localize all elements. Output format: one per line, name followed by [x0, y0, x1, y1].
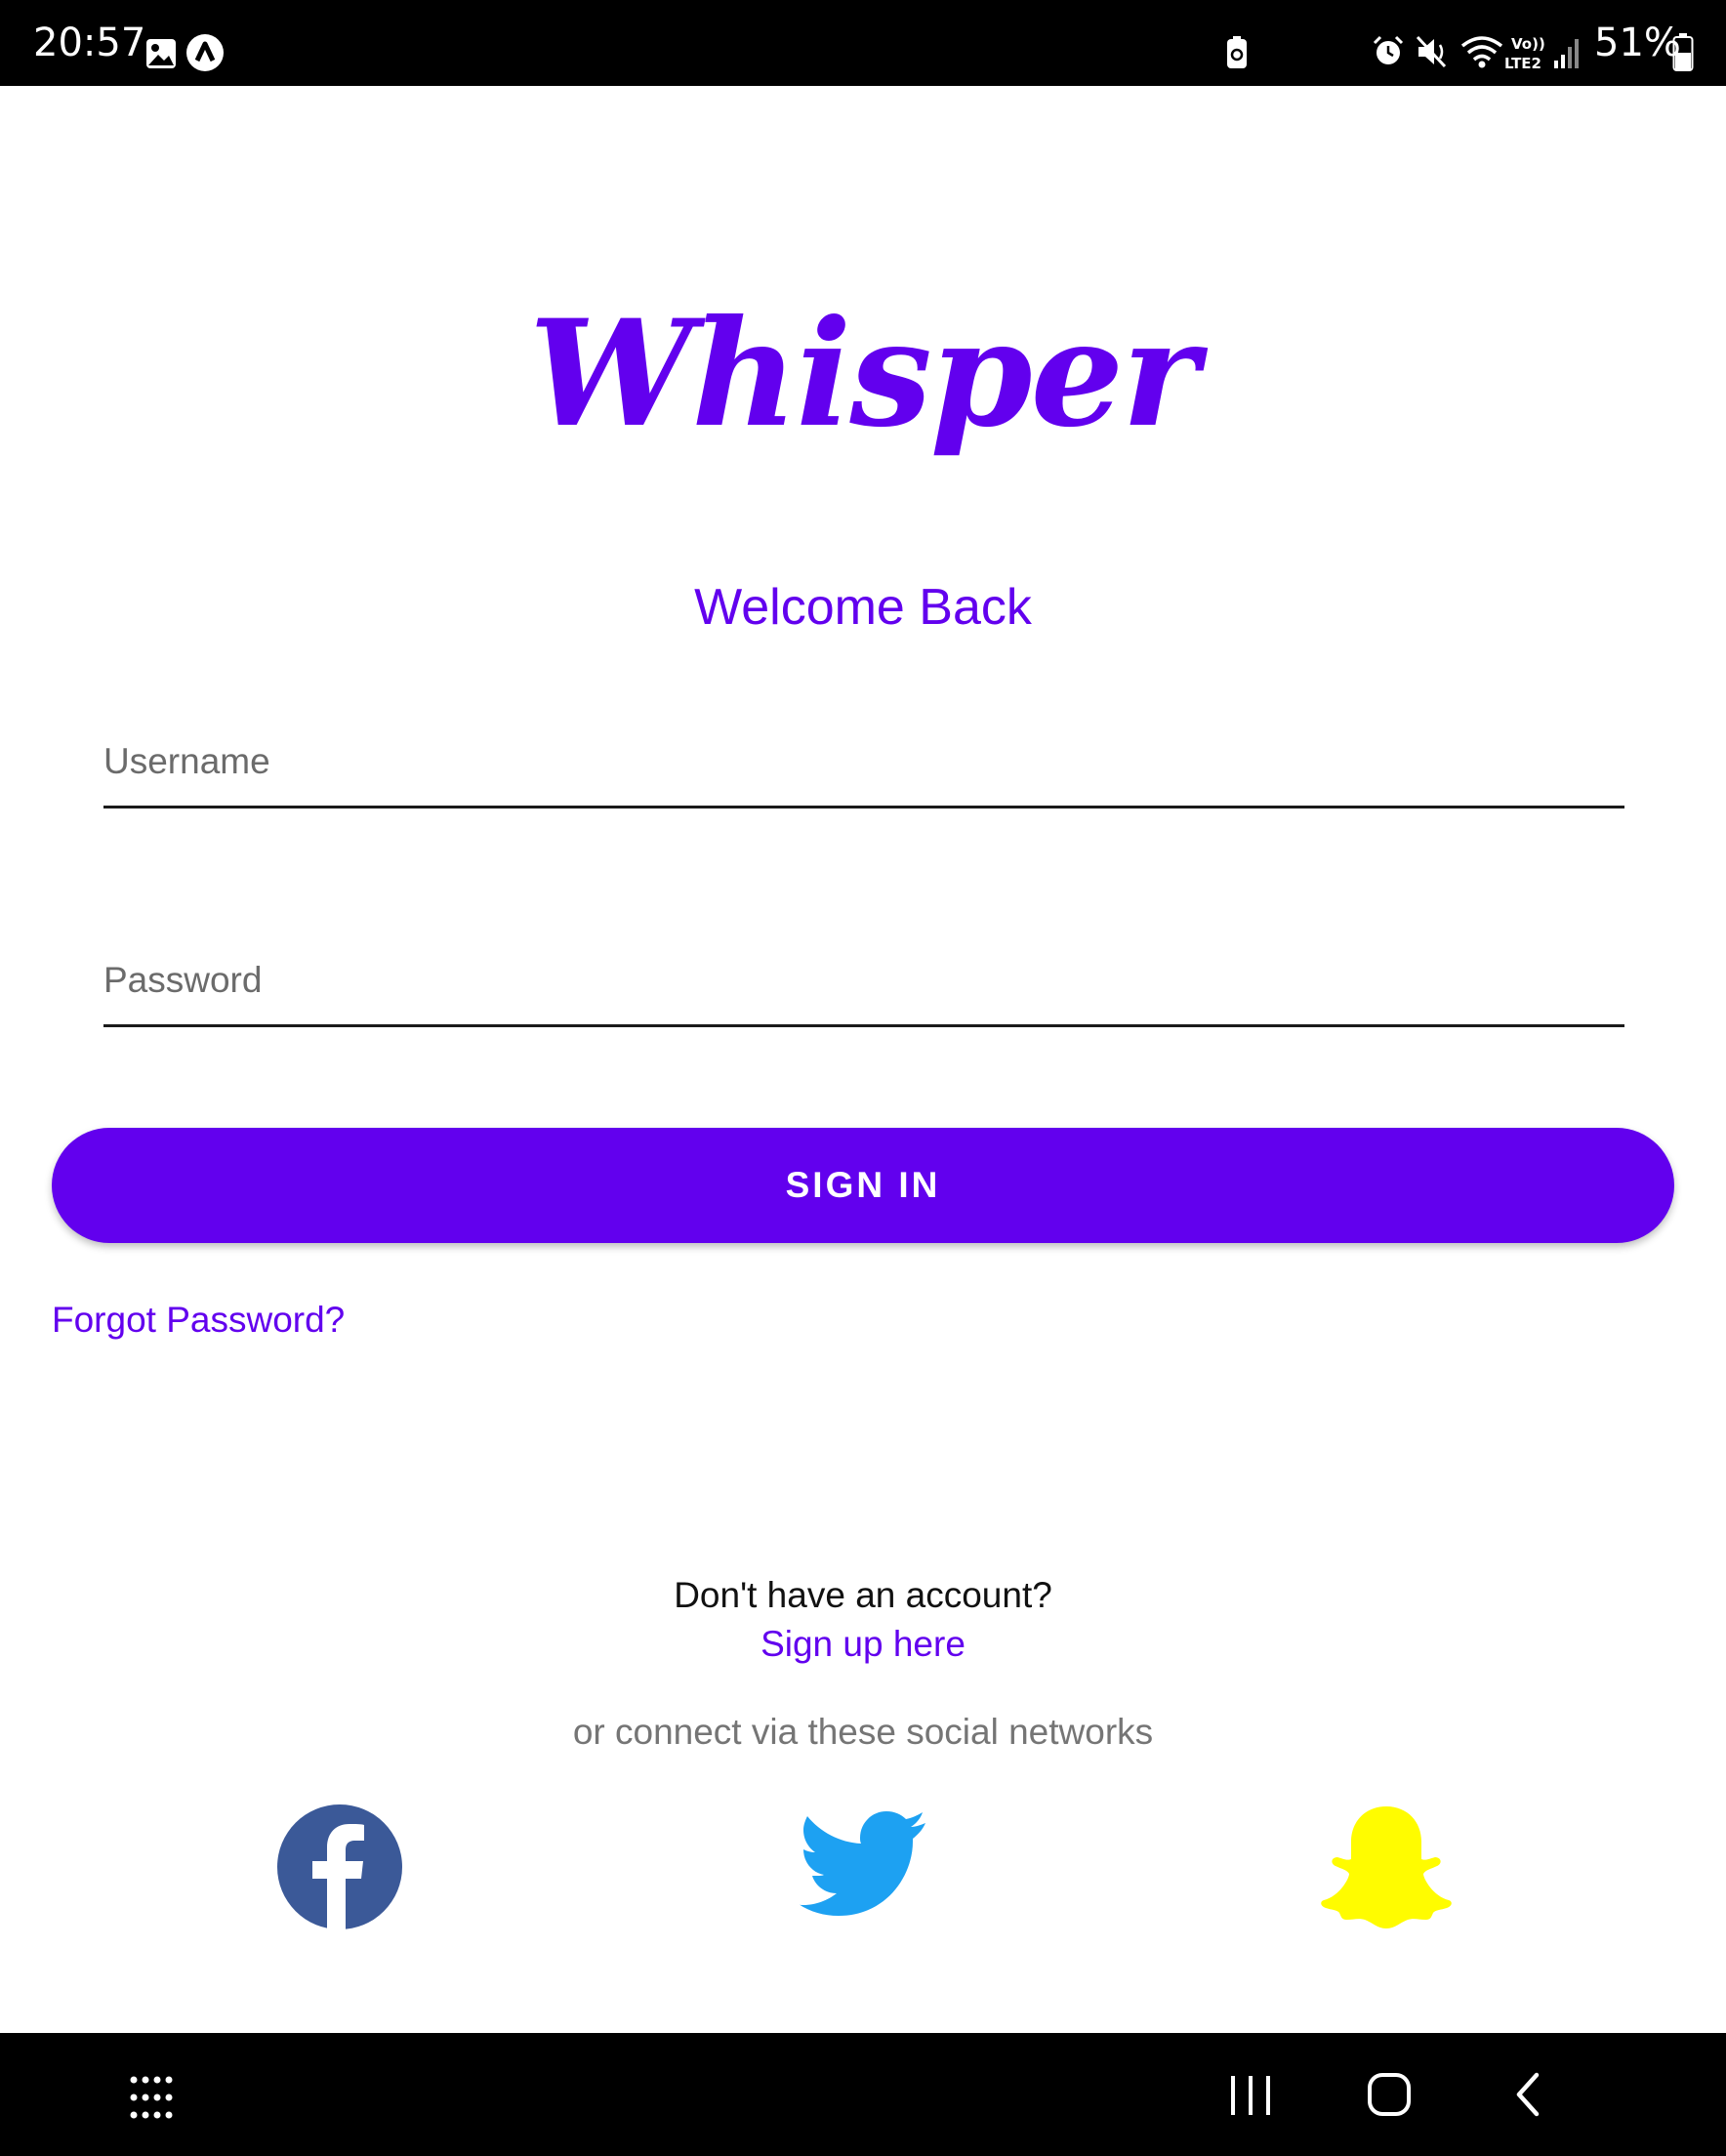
password-input[interactable] — [103, 927, 1624, 1024]
navigation-bar — [0, 2033, 1726, 2156]
username-field[interactable] — [103, 708, 1624, 808]
no-account-text: Don't have an account? — [674, 1575, 1052, 1615]
home-icon[interactable] — [1367, 2072, 1412, 2117]
twitter-icon[interactable] — [799, 1811, 927, 1921]
volte-icon: Vo)) LTE2 — [1504, 35, 1545, 72]
battery-icon — [1672, 33, 1694, 71]
status-bar: 20:57 Vo)) LTE2 51% — [0, 0, 1726, 86]
welcome-heading: Welcome Back — [694, 579, 1032, 636]
sign-in-label: SIGN IN — [785, 1165, 941, 1205]
back-icon[interactable] — [1513, 2072, 1542, 2117]
status-time: 20:57 — [33, 21, 146, 65]
wifi-icon — [1460, 36, 1503, 68]
mute-icon — [1416, 35, 1447, 68]
app-logo: Whisper — [528, 288, 1199, 460]
recents-icon[interactable] — [1228, 2074, 1273, 2117]
sign-in-button[interactable]: SIGN IN — [52, 1128, 1674, 1243]
svg-text:LTE2: LTE2 — [1504, 55, 1541, 72]
social-connect-text: or connect via these social networks — [572, 1712, 1154, 1752]
alarm-icon — [1373, 35, 1404, 64]
signal-icon — [1554, 39, 1579, 68]
facebook-icon[interactable] — [277, 1804, 402, 1929]
snapchat-icon[interactable] — [1320, 1804, 1453, 1929]
sign-up-row: Sign up here — [0, 1623, 1726, 1666]
app-drawer-icon[interactable] — [128, 2074, 175, 2121]
password-field[interactable] — [103, 927, 1624, 1027]
username-input[interactable] — [103, 708, 1624, 806]
sign-up-link[interactable]: Sign up here — [760, 1624, 966, 1664]
gallery-icon — [146, 39, 176, 68]
battery-saver-icon — [1227, 36, 1247, 68]
battery-percent: 51% — [1594, 21, 1681, 65]
svg-text:Vo)): Vo)) — [1511, 35, 1545, 53]
app-icon — [186, 34, 224, 71]
forgot-password-link[interactable]: Forgot Password? — [52, 1299, 345, 1342]
